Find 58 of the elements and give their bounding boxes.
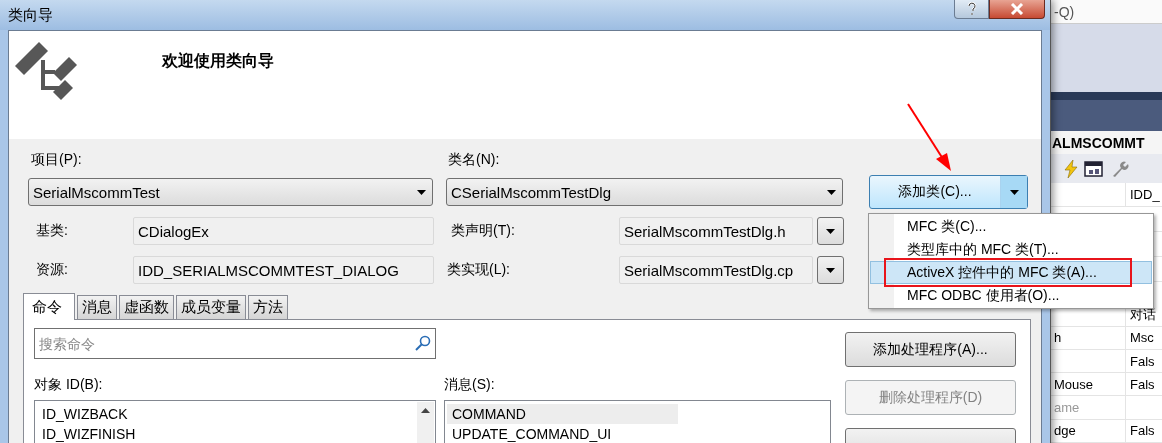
dropdown[interactable]: CSerialMscommTestDlg — [446, 178, 843, 206]
list-label: 消息(S): — [444, 376, 495, 394]
list-item[interactable]: UPDATE_COMMAND_UI — [447, 424, 828, 443]
property-value: Fals — [1129, 423, 1155, 439]
tab[interactable]: 命令 — [23, 293, 75, 320]
dropdown[interactable]: SerialMscommTest — [28, 178, 433, 206]
field-label: 基类: — [36, 222, 69, 240]
panel-title: ALMSCOMMT — [1052, 134, 1145, 151]
property-name: h — [1053, 330, 1062, 346]
field-label: 类实现(L): — [447, 261, 511, 279]
dropdown-button[interactable] — [817, 217, 844, 245]
dropdown-button[interactable] — [817, 256, 844, 284]
add-class-split-button[interactable]: 添加类(C)... — [869, 175, 1028, 209]
property-name: dge — [1053, 423, 1076, 439]
dropdown-arrow-icon — [827, 189, 836, 195]
menu-item[interactable]: MFC ODBC 使用者(O)... — [870, 284, 1152, 307]
menu-item[interactable]: 类型库中的 MFC 类(T)... — [870, 238, 1152, 261]
list-label: 对象 ID(B): — [34, 376, 104, 394]
tab[interactable]: 成员变量 — [176, 295, 246, 319]
list-item[interactable]: ID_WIZFINISH — [37, 424, 412, 443]
tab[interactable]: 虚函数 — [119, 295, 174, 319]
read-only-field: SerialMscommTestDlg.h — [619, 217, 813, 245]
property-value: IDD_ — [1129, 186, 1160, 202]
property-value: Msc — [1129, 330, 1154, 346]
read-only-field: CDialogEx — [133, 217, 434, 245]
window-title: 类向导 — [8, 5, 53, 25]
field-label: 类名(N): — [448, 151, 500, 169]
close-button[interactable] — [989, 0, 1045, 19]
scroll-up-icon[interactable] — [421, 408, 430, 413]
dropdown-arrow-icon — [826, 267, 835, 273]
dropdown-arrow-icon — [826, 228, 835, 234]
menu-item[interactable]: ActiveX 控件中的 MFC 类(A)... — [870, 261, 1152, 284]
search-field[interactable]: 搜索命令 — [34, 328, 436, 359]
search-icon — [415, 335, 431, 351]
handler-button[interactable]: 添加处理程序(A)... — [845, 332, 1016, 367]
read-only-field: IDD_SERIALMSCOMMTEST_DIALOG — [133, 256, 434, 284]
list-item[interactable]: ID_WIZBACK — [37, 404, 412, 424]
property-name: Mouse — [1053, 376, 1094, 392]
field-label: 资源: — [36, 261, 69, 279]
help-button[interactable] — [954, 0, 989, 19]
window-icon[interactable] — [1084, 159, 1104, 178]
property-value: Fals — [1129, 353, 1155, 369]
dropdown-arrow-icon — [417, 189, 426, 195]
property-value: 对话 — [1129, 305, 1156, 324]
property-name: ame — [1053, 400, 1080, 416]
property-value: Fals — [1129, 376, 1155, 392]
menu-item[interactable]: MFC 类(C)... — [870, 215, 1152, 238]
list-item[interactable]: COMMAND — [447, 404, 678, 424]
tab[interactable]: 消息 — [77, 295, 117, 319]
close-icon — [1010, 3, 1024, 15]
dropdown-arrow-icon — [1009, 189, 1019, 195]
field-label: 类声明(T): — [451, 222, 516, 240]
tab[interactable]: 方法 — [248, 295, 288, 319]
help-icon — [966, 2, 977, 16]
wizard-heading: 欢迎使用类向导 — [162, 51, 274, 71]
read-only-field: SerialMscommTestDlg.cp — [619, 256, 813, 284]
field-label: 项目(P): — [31, 151, 83, 169]
search-hint: -Q) — [1054, 3, 1075, 20]
